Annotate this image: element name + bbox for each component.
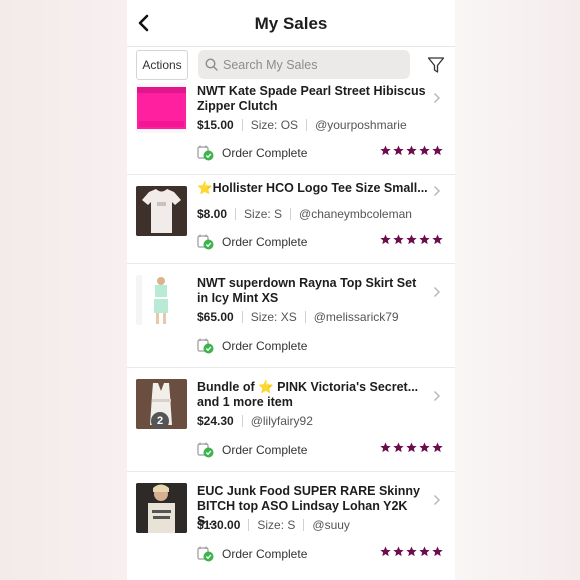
star-icon — [432, 442, 443, 453]
chevron-right-icon — [434, 186, 440, 196]
item-thumbnail — [136, 83, 187, 133]
order-status: Order Complete — [197, 545, 307, 562]
buyer-username[interactable]: @yourposhmarie — [315, 118, 407, 132]
search-placeholder: Search My Sales — [223, 57, 318, 72]
app-screen: My Sales Actions Search My Sales NWT Kat… — [127, 0, 455, 580]
star-icon — [432, 145, 443, 156]
list-item[interactable]: EUC Junk Food SUPER RARE Skinny BITCH to… — [127, 472, 455, 580]
item-title: NWT superdown Rayna Top Skirt Set in Icy… — [197, 276, 417, 305]
star-icon — [380, 442, 391, 453]
rating-stars — [378, 145, 443, 156]
background-right — [455, 0, 580, 580]
item-title: Bundle of ⭐️ PINK Victoria's Secret... — [197, 380, 419, 394]
list-item[interactable]: NWT Kate Spade Pearl Street Hibiscus Zip… — [127, 83, 455, 175]
item-price: $15.00 — [197, 118, 234, 132]
star-icon — [393, 145, 404, 156]
item-subtitle: and 1 more item — [197, 395, 293, 409]
star-icon — [419, 145, 430, 156]
item-thumbnail: 2 — [136, 379, 187, 429]
rating-stars — [378, 546, 443, 557]
item-size: Size: S — [244, 207, 283, 221]
item-price: $24.30 — [197, 414, 234, 428]
chevron-right-icon — [434, 391, 440, 401]
item-meta: $8.00 Size: S @chaneymbcoleman — [197, 207, 412, 221]
star-icon — [419, 442, 430, 453]
order-status: Order Complete — [197, 233, 307, 250]
rating-stars — [378, 442, 443, 453]
status-text: Order Complete — [222, 442, 308, 457]
status-text: Order Complete — [222, 546, 308, 561]
star-icon — [393, 442, 404, 453]
star-icon — [432, 234, 443, 245]
order-status: Order Complete — [197, 144, 307, 161]
star-icon — [380, 234, 391, 245]
star-icon — [419, 234, 430, 245]
item-size: Size: XS — [250, 310, 297, 324]
list-item[interactable]: 2 Bundle of ⭐️ PINK Victoria's Secret...… — [127, 368, 455, 472]
item-meta: $65.00 Size: XS @melissarick79 — [197, 310, 399, 324]
chevron-right-icon — [434, 495, 440, 505]
background-left — [0, 0, 127, 580]
item-title: NWT Kate Spade Pearl Street Hibiscus Zip… — [197, 84, 426, 113]
item-meta: $130.00 Size: S @suuy — [197, 518, 350, 532]
order-complete-icon — [197, 145, 214, 161]
order-complete-icon — [197, 234, 214, 250]
star-icon — [393, 546, 404, 557]
item-size: Size: S — [257, 518, 296, 532]
star-icon — [393, 234, 404, 245]
item-size: Size: OS — [250, 118, 299, 132]
tee-image — [136, 186, 187, 236]
rating-stars — [378, 234, 443, 245]
item-title: ⭐️Hollister HCO Logo Tee Size Small... — [197, 181, 428, 195]
star-icon — [380, 546, 391, 557]
item-thumbnail — [136, 275, 187, 325]
buyer-username[interactable]: @chaneymbcoleman — [299, 207, 412, 221]
chevron-right-icon — [434, 93, 440, 103]
star-icon — [432, 546, 443, 557]
clutch-image — [137, 87, 186, 129]
buyer-username[interactable]: @lilyfairy92 — [251, 414, 313, 428]
list-item[interactable]: ⭐️Hollister HCO Logo Tee Size Small... $… — [127, 175, 455, 264]
order-status: Order Complete — [197, 441, 307, 458]
list-item[interactable]: NWT superdown Rayna Top Skirt Set in Icy… — [127, 264, 455, 368]
header: My Sales — [127, 0, 455, 47]
page-title: My Sales — [254, 14, 328, 33]
order-complete-icon — [197, 338, 214, 354]
star-icon — [406, 442, 417, 453]
status-text: Order Complete — [222, 338, 308, 353]
star-icon — [406, 546, 417, 557]
status-text: Order Complete — [222, 145, 308, 160]
star-icon — [406, 234, 417, 245]
bundle-count-badge: 2 — [151, 412, 169, 429]
item-meta: $24.30 @lilyfairy92 — [197, 414, 313, 428]
actions-button[interactable]: Actions — [136, 50, 188, 80]
search-icon — [205, 58, 218, 71]
star-icon — [419, 546, 430, 557]
star-icon — [406, 145, 417, 156]
top-image — [136, 483, 187, 533]
star-icon — [380, 145, 391, 156]
toolbar: Actions Search My Sales — [127, 47, 455, 83]
status-text: Order Complete — [222, 234, 308, 249]
item-thumbnail — [136, 186, 187, 236]
item-price: $8.00 — [197, 207, 228, 221]
search-input[interactable]: Search My Sales — [198, 50, 410, 79]
order-complete-icon — [197, 442, 214, 458]
buyer-username[interactable]: @melissarick79 — [314, 310, 399, 324]
item-price: $130.00 — [197, 518, 241, 532]
item-thumbnail — [136, 483, 187, 533]
filter-icon[interactable] — [427, 56, 445, 74]
order-status: Order Complete — [197, 337, 307, 354]
chevron-right-icon — [434, 287, 440, 297]
buyer-username[interactable]: @suuy — [312, 518, 350, 532]
outfit-image — [136, 275, 187, 325]
item-meta: $15.00 Size: OS @yourposhmarie — [197, 118, 407, 132]
item-price: $65.00 — [197, 310, 234, 324]
order-complete-icon — [197, 546, 214, 562]
